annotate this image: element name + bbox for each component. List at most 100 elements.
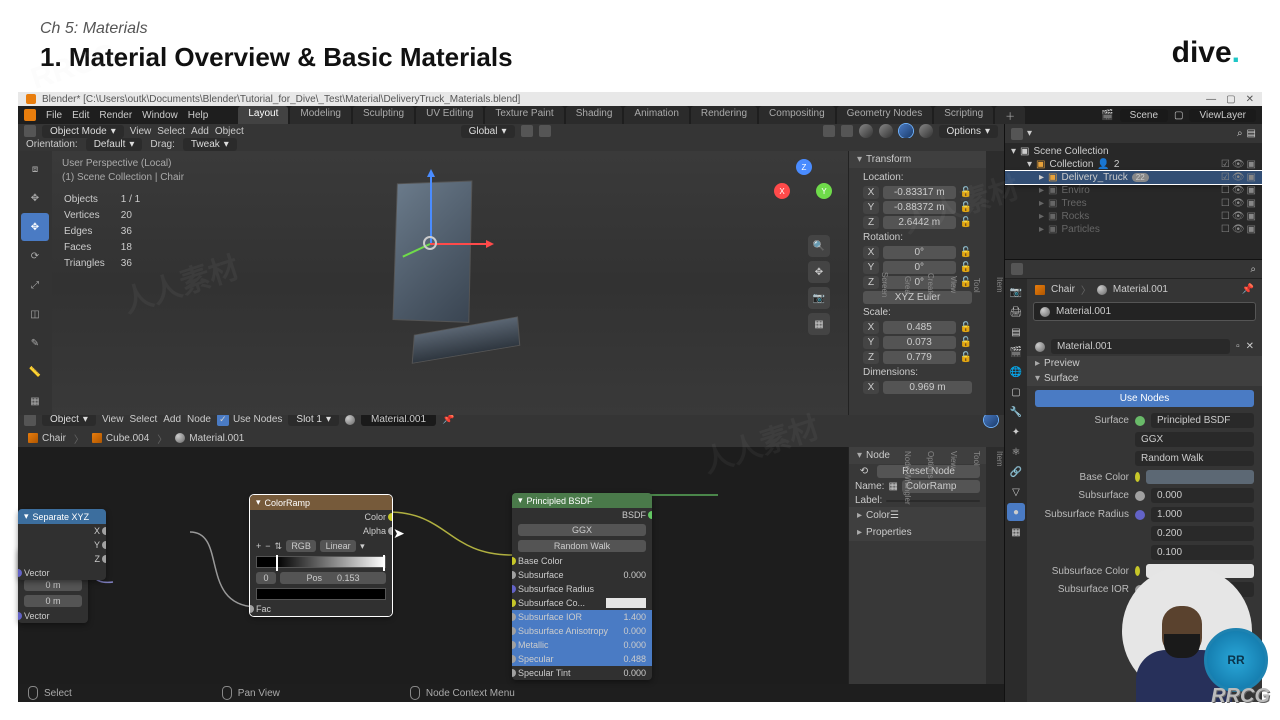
node-name-field[interactable]: ColorRamp (902, 480, 980, 493)
menu-render[interactable]: Render (99, 110, 132, 121)
props-tab-viewlayer[interactable]: ▤ (1007, 323, 1025, 341)
tab-add[interactable]: ＋ (995, 106, 1025, 125)
search-icon[interactable]: ⌕ (1237, 128, 1243, 139)
bsdf-sssmethod[interactable]: Random Walk (518, 540, 646, 552)
socket-color[interactable]: Color (364, 512, 386, 522)
xray-icon[interactable] (841, 125, 853, 137)
drag-dropdown[interactable]: Tweak ▾ (183, 138, 237, 151)
viewport-canvas[interactable]: User Perspective (Local) (1) Scene Colle… (52, 151, 848, 415)
tab-modeling[interactable]: Modeling (290, 106, 351, 125)
menu-help[interactable]: Help (188, 110, 209, 121)
np-tab-tool[interactable]: Tool (972, 278, 981, 293)
sssradius-z[interactable]: 0.100 (1151, 545, 1254, 560)
editor-type-icon[interactable] (24, 125, 36, 137)
tool-cursor[interactable]: ✥ (21, 184, 49, 212)
material-datablock[interactable]: Material.001 (1051, 339, 1230, 354)
socket-vector[interactable]: Vector (24, 568, 50, 578)
props-tab-physics[interactable]: ⚛ (1007, 443, 1025, 461)
ne-tab-nodewrangler[interactable]: Node Wrangler (903, 451, 912, 684)
np-tab-screen[interactable]: Screen (880, 272, 889, 297)
ramp-flip-icon[interactable]: ⇅ (275, 541, 283, 552)
reset-node-icon[interactable]: ⟲ (855, 466, 873, 477)
lock-icon[interactable]: 🔓 (960, 247, 972, 258)
lock-icon[interactable]: 🔓 (960, 187, 972, 198)
menu-edit[interactable]: Edit (72, 110, 89, 121)
bsdf-distribution[interactable]: GGX (518, 524, 646, 536)
socket-y[interactable]: Y (94, 540, 100, 550)
rot-x[interactable]: 0° (883, 246, 956, 259)
ramp-mode[interactable]: RGB (286, 540, 316, 552)
tab-uvediting[interactable]: UV Editing (416, 106, 483, 125)
viewlayer-field[interactable]: ViewLayer (1189, 109, 1256, 122)
tool-transform[interactable]: ◫ (21, 300, 49, 328)
filter-icon[interactable]: ▤ (1247, 128, 1256, 139)
sss-value[interactable]: 0.000 (1151, 488, 1254, 503)
use-nodes-button[interactable]: Use Nodes (1035, 390, 1254, 407)
socket-vector-in[interactable]: Vector (24, 611, 50, 621)
outliner-delivery-truck[interactable]: ▸▣Delivery_Truck22☑👁▣ (1005, 171, 1262, 184)
use-nodes-checkbox[interactable]: ✓Use Nodes (217, 414, 282, 426)
ne-menu-add[interactable]: Add (163, 414, 181, 425)
shading-material-preview[interactable] (899, 124, 913, 138)
loc-y[interactable]: -0.88372 m (883, 201, 956, 214)
nav-persp-icon[interactable]: ▦ (808, 313, 830, 335)
chevron-down-icon[interactable]: ▾ (360, 541, 365, 552)
snap-icon[interactable] (521, 125, 533, 137)
menu-file[interactable]: File (46, 110, 62, 121)
socket-z[interactable]: Z (95, 554, 101, 564)
overlay-toggle-icon[interactable] (823, 125, 835, 137)
np-tab-item[interactable]: Item (995, 277, 1004, 293)
outliner-scene-collection[interactable]: ▾▣Scene Collection (1005, 145, 1262, 158)
editor-type-icon[interactable] (24, 414, 36, 426)
lock-icon[interactable]: 🔓 (960, 337, 972, 348)
proportional-icon[interactable] (539, 125, 551, 137)
window-maximize[interactable]: ▢ (1226, 94, 1235, 105)
new-material-icon[interactable]: ▫ (1236, 341, 1240, 352)
lock-icon[interactable]: 🔓 (960, 352, 972, 363)
crumb-object[interactable]: Chair (1051, 284, 1075, 295)
sss-method-dropdown[interactable]: Random Walk (1135, 451, 1254, 466)
props-tab-render[interactable]: 📷 (1007, 283, 1025, 301)
pin-icon[interactable]: 📌 (1242, 284, 1254, 295)
scl-z[interactable]: 0.779 (883, 351, 956, 364)
list-icon[interactable]: ☰ (890, 510, 899, 521)
nav-camera-icon[interactable]: 📷 (808, 287, 830, 309)
editor-type-icon[interactable] (1011, 263, 1023, 275)
node-colorramp-header[interactable]: ▾ColorRamp (250, 495, 392, 510)
outliner-particles[interactable]: ▸▣Particles☐👁▣ (1005, 223, 1262, 236)
crumb-material[interactable]: Material.001 (189, 433, 244, 444)
shading-wireframe[interactable] (859, 124, 873, 138)
tool-rotate[interactable]: ⟳ (21, 242, 49, 270)
ne-menu-select[interactable]: Select (129, 414, 157, 425)
props-tab-data[interactable]: ▽ (1007, 483, 1025, 501)
scene-field[interactable]: Scene (1120, 109, 1168, 122)
vp-menu-view[interactable]: View (130, 126, 152, 137)
ne-node-hd[interactable]: ▾Node (849, 447, 986, 464)
bsdf-ssscolor[interactable]: Subsurface Co... (518, 598, 606, 608)
lock-icon[interactable]: 🔓 (960, 202, 972, 213)
socket-fac[interactable]: Fac (256, 604, 271, 614)
outliner-rocks[interactable]: ▸▣Rocks☐👁▣ (1005, 210, 1262, 223)
val-field[interactable]: 0 m (24, 579, 82, 591)
nav-gizmo[interactable]: Z X Y (774, 159, 834, 219)
vp-menu-add[interactable]: Add (191, 126, 209, 137)
lock-icon[interactable]: 🔓 (960, 262, 972, 273)
scl-y[interactable]: 0.073 (883, 336, 956, 349)
sssradius-x[interactable]: 1.000 (1151, 507, 1254, 522)
outliner-trees[interactable]: ▸▣Trees☐👁▣ (1005, 197, 1262, 210)
crumb-mesh[interactable]: Cube.004 (106, 433, 149, 444)
tool-addcube[interactable]: ▦ (21, 387, 49, 415)
bsdf-sssaniso[interactable]: Subsurface Anisotropy (518, 626, 623, 636)
tab-layout[interactable]: Layout (238, 106, 288, 125)
ramp-idx[interactable]: 0 (256, 572, 276, 584)
unlink-icon[interactable]: ✕ (1246, 341, 1254, 352)
shading-rendered[interactable] (919, 124, 933, 138)
crumb-material[interactable]: Material.001 (1113, 284, 1168, 295)
basecolor-swatch[interactable] (1146, 470, 1254, 484)
bsdf-subsurface[interactable]: Subsurface (518, 570, 623, 580)
ramp-pos[interactable]: Pos 0.153 (280, 572, 386, 584)
props-tab-material[interactable]: ● (1007, 503, 1025, 521)
ne-menu-view[interactable]: View (102, 414, 124, 425)
outliner-enviro[interactable]: ▸▣Enviro☐👁▣ (1005, 184, 1262, 197)
surface-shader[interactable]: Principled BSDF (1151, 413, 1254, 428)
